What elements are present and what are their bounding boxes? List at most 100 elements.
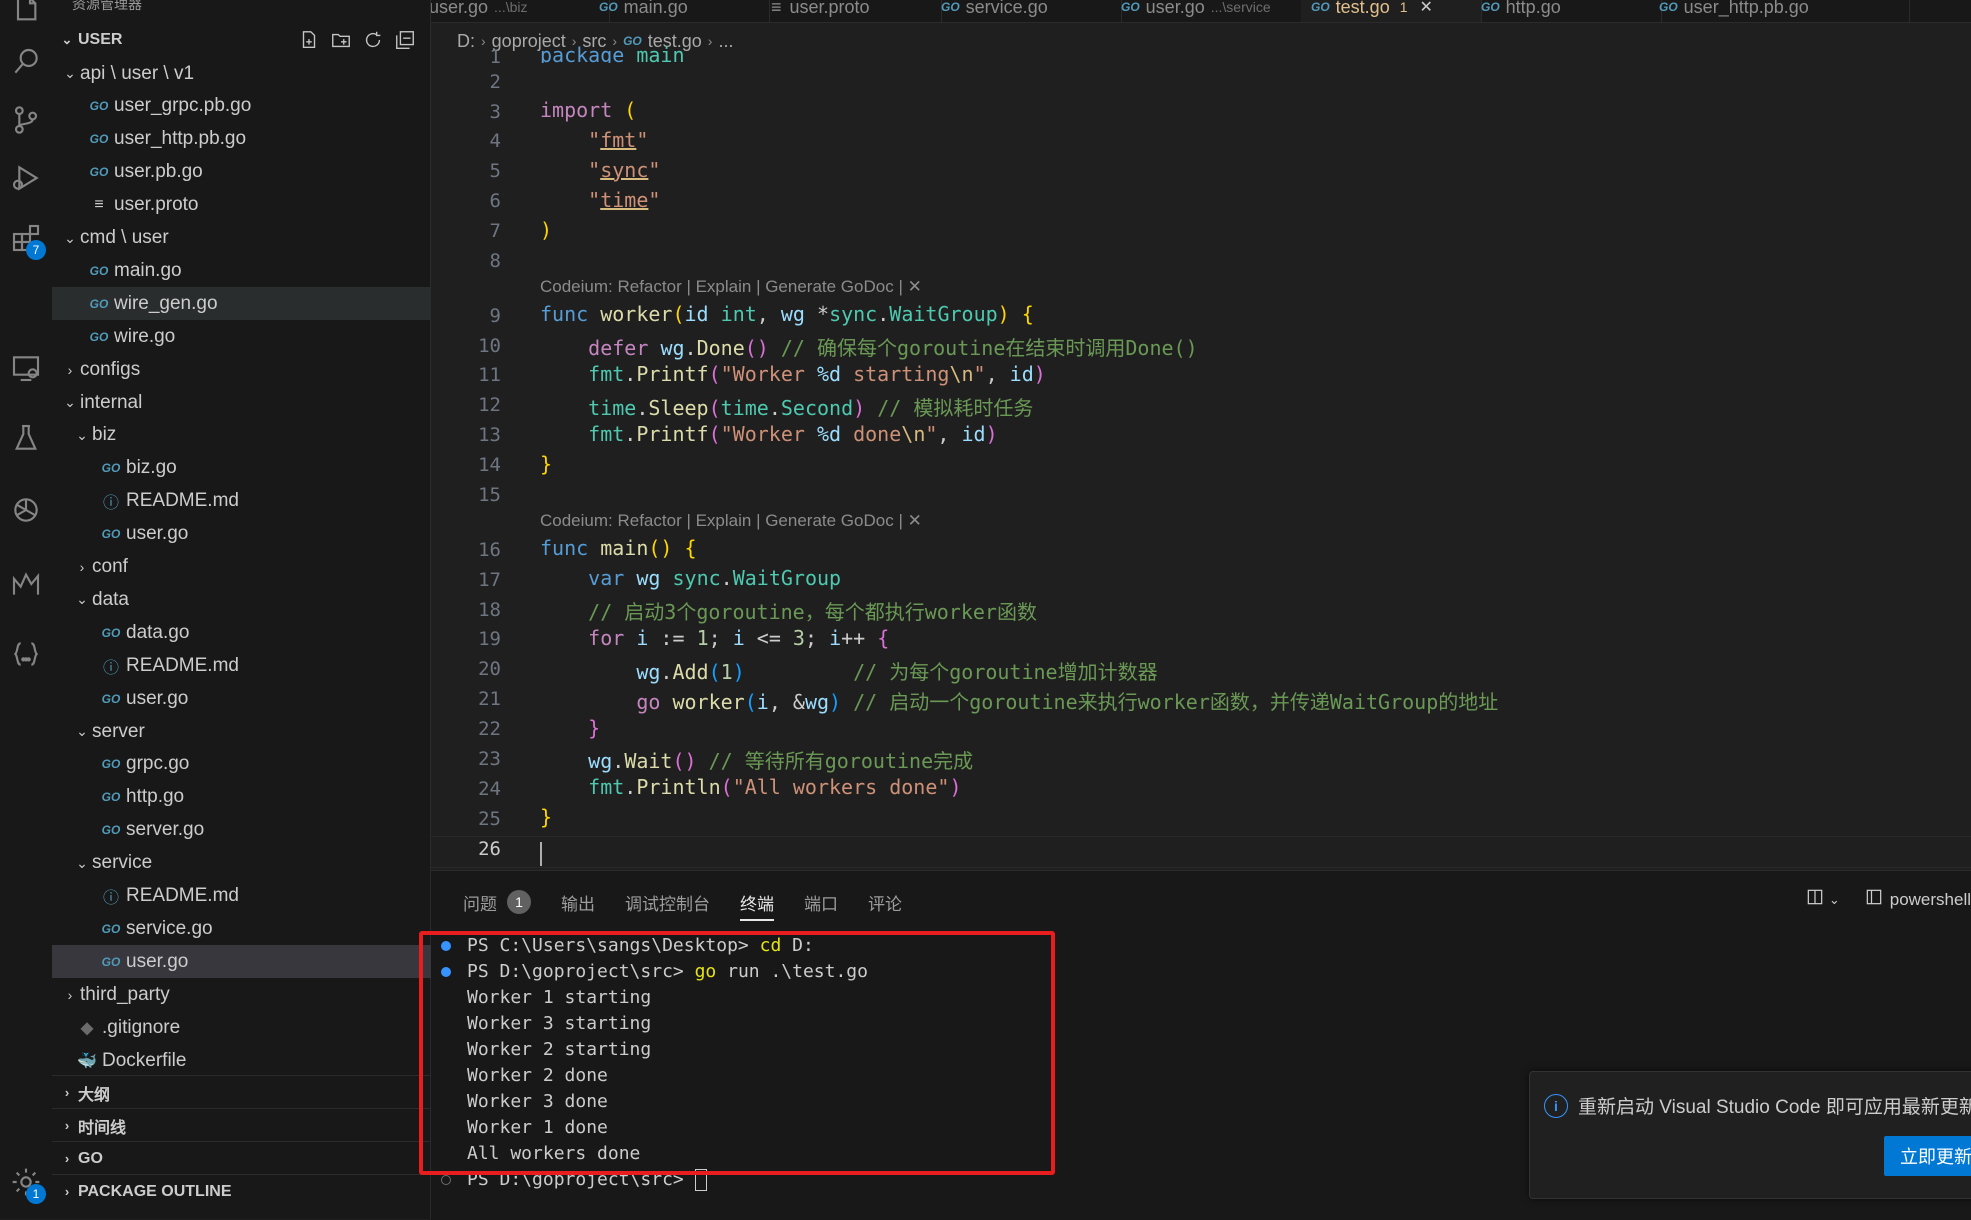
tab-test-go[interactable]: GO test.go 1 ✕ — [1301, 0, 1482, 22]
tree-item[interactable]: GO user.pb.go — [52, 156, 450, 189]
docker-file-icon: 🐳 — [77, 1052, 97, 1070]
code-line-21[interactable]: go worker(i, &wg) // 启动一个goroutine来执行wor… — [540, 686, 1498, 715]
breadcrumb-symbol[interactable]: ... — [718, 31, 733, 52]
line-number: 9 — [489, 304, 501, 327]
tab-user-proto[interactable]: ≡ user.proto — [761, 0, 942, 22]
tree-item[interactable]: GO biz.go — [52, 452, 462, 485]
panel-tab-problems[interactable]: 问题 1 — [463, 887, 531, 917]
section-user-header[interactable]: ⌄ USER — [52, 25, 430, 55]
code-line-24[interactable]: fmt.Println("All workers done") — [540, 775, 961, 799]
tab-main-go[interactable]: GO main.go — [589, 0, 770, 22]
explorer-icon[interactable] — [0, 0, 52, 38]
tree-item[interactable]: GO wire.go — [52, 320, 450, 353]
tree-item[interactable]: GO wire_gen.go — [52, 287, 450, 321]
remote-explorer-icon[interactable] — [0, 340, 52, 396]
panel-tab-terminal[interactable]: 终端 — [740, 887, 774, 921]
code-line-25[interactable]: } — [540, 805, 552, 829]
code-line-3[interactable]: import ( — [540, 98, 636, 122]
split-terminal-icon[interactable] — [1805, 887, 1825, 912]
panel-tab-output[interactable]: 输出 — [561, 887, 595, 917]
tree-item[interactable]: GO user.go — [52, 682, 462, 715]
code-line-6[interactable]: "time" — [540, 188, 660, 212]
tab-user-http-pb-go[interactable]: GO user_http.pb.go — [1649, 0, 1910, 22]
tab-user-go-biz[interactable]: user.go ...\biz — [431, 0, 610, 22]
tree-item[interactable]: GO main.go — [52, 254, 450, 287]
section-outline[interactable]: › 大纲 — [52, 1075, 430, 1109]
tree-item[interactable]: ⌄ api \ user \ v1 — [52, 57, 438, 90]
terminal-name[interactable]: powershell — [1890, 890, 1971, 910]
code-line-16[interactable]: func main() { — [540, 536, 697, 560]
code-line-18[interactable]: // 启动3个goroutine，每个都执行worker函数 — [540, 596, 1037, 625]
tree-item[interactable]: ⌄ data — [52, 583, 450, 616]
tree-item[interactable]: GO grpc.go — [52, 748, 462, 781]
update-now-button[interactable]: 立即更新 — [1884, 1136, 1971, 1176]
code-line-22[interactable]: } — [540, 716, 600, 740]
code-line-11[interactable]: fmt.Printf("Worker %d starting\n", id) — [540, 362, 1046, 386]
codeium-code-lens-main[interactable]: Codeium: Refactor | Explain | Generate G… — [540, 511, 922, 531]
settings-gear-icon[interactable]: 1 — [0, 1154, 52, 1210]
code-line-7[interactable]: ) — [540, 218, 552, 242]
tree-item[interactable]: › third_party — [52, 978, 438, 1011]
section-go[interactable]: › GO — [52, 1141, 430, 1175]
tree-item[interactable]: ⓘ README.md — [52, 649, 462, 682]
tree-item[interactable]: GO data.go — [52, 616, 462, 649]
panel-tab-comments[interactable]: 评论 — [868, 887, 902, 917]
tree-item[interactable]: ⌄ server — [52, 715, 450, 748]
source-control-icon[interactable] — [0, 92, 52, 148]
code-line-13[interactable]: fmt.Printf("Worker %d done\n", id) — [540, 422, 997, 446]
tree-item-label: http.go — [126, 786, 185, 808]
tree-item[interactable]: ≡ user.proto — [52, 189, 450, 222]
tree-item[interactable]: 🐳 Dockerfile — [52, 1044, 438, 1077]
tree-item[interactable]: GO user.go — [52, 518, 462, 551]
tab-http-go[interactable]: GO http.go — [1471, 0, 1662, 22]
tab-user-go-service[interactable]: GO user.go ...\service — [1111, 0, 1312, 22]
tree-item[interactable]: GO user.go — [52, 945, 462, 979]
code-line-5[interactable]: "sync" — [540, 158, 660, 182]
json-braces-icon[interactable] — [0, 626, 52, 682]
section-timeline[interactable]: › 时间线 — [52, 1108, 430, 1142]
tree-item[interactable]: ◆ .gitignore — [52, 1011, 438, 1044]
code-line-12[interactable]: time.Sleep(time.Second) // 模拟耗时任务 — [540, 392, 1033, 421]
new-file-icon[interactable] — [298, 29, 320, 56]
code-line-9[interactable]: func worker(id int, wg *sync.WaitGroup) … — [540, 302, 1034, 326]
command-decoration-dot[interactable] — [441, 1175, 451, 1185]
tree-item[interactable]: › configs — [52, 353, 438, 386]
tree-item[interactable]: ⌄ internal — [52, 386, 438, 419]
code-line-4[interactable]: "fmt" — [540, 128, 648, 152]
section-package-outline[interactable]: › PACKAGE OUTLINE — [52, 1174, 430, 1208]
refresh-icon[interactable] — [362, 29, 384, 56]
chevron-down-icon[interactable]: ⌄ — [1829, 892, 1840, 908]
codeium-code-lens-worker[interactable]: Codeium: Refactor | Explain | Generate G… — [540, 277, 922, 297]
search-icon[interactable] — [0, 34, 52, 90]
tree-item[interactable]: GO server.go — [52, 814, 462, 847]
code-line-19[interactable]: for i := 1; i <= 3; i++ { — [540, 626, 889, 650]
code-line-1[interactable]: package main — [540, 43, 685, 63]
tab-service-go[interactable]: GO service.go — [931, 0, 1122, 22]
codeium-stats-icon[interactable] — [0, 556, 52, 612]
tree-item[interactable]: ⌄ service — [52, 847, 450, 880]
tree-item[interactable]: ⓘ README.md — [52, 880, 462, 913]
line-number: 8 — [489, 249, 501, 272]
tree-item[interactable]: › conf — [52, 551, 450, 584]
panel-tab-ports[interactable]: 端口 — [804, 887, 838, 917]
tree-item[interactable]: ⌄ biz — [52, 419, 450, 452]
openai-icon[interactable] — [0, 482, 52, 538]
collapse-all-icon[interactable] — [394, 29, 416, 56]
tree-item[interactable]: GO user_grpc.pb.go — [52, 90, 450, 123]
testing-icon[interactable] — [0, 410, 52, 466]
tree-item[interactable]: GO http.go — [52, 781, 462, 814]
tree-item[interactable]: ⓘ README.md — [52, 485, 462, 518]
tree-item[interactable]: GO user_http.pb.go — [52, 123, 450, 156]
close-icon[interactable]: ✕ — [1420, 0, 1433, 17]
code-line-10[interactable]: defer wg.Done() // 确保每个goroutine在结束时调用Do… — [540, 332, 1197, 361]
extensions-icon[interactable]: 7 — [0, 210, 52, 266]
code-line-14[interactable]: } — [540, 452, 552, 476]
code-line-17[interactable]: var wg sync.WaitGroup — [540, 566, 841, 590]
code-line-20[interactable]: wg.Add(1) // 为每个goroutine增加计数器 — [540, 656, 1157, 685]
new-folder-icon[interactable] — [330, 29, 352, 56]
tree-item[interactable]: ⌄ cmd \ user — [52, 222, 438, 255]
panel-tab-debug-console[interactable]: 调试控制台 — [625, 887, 710, 917]
run-debug-icon[interactable] — [0, 150, 52, 206]
tree-item[interactable]: GO service.go — [52, 912, 462, 945]
code-line-23[interactable]: wg.Wait() // 等待所有goroutine完成 — [540, 745, 973, 774]
